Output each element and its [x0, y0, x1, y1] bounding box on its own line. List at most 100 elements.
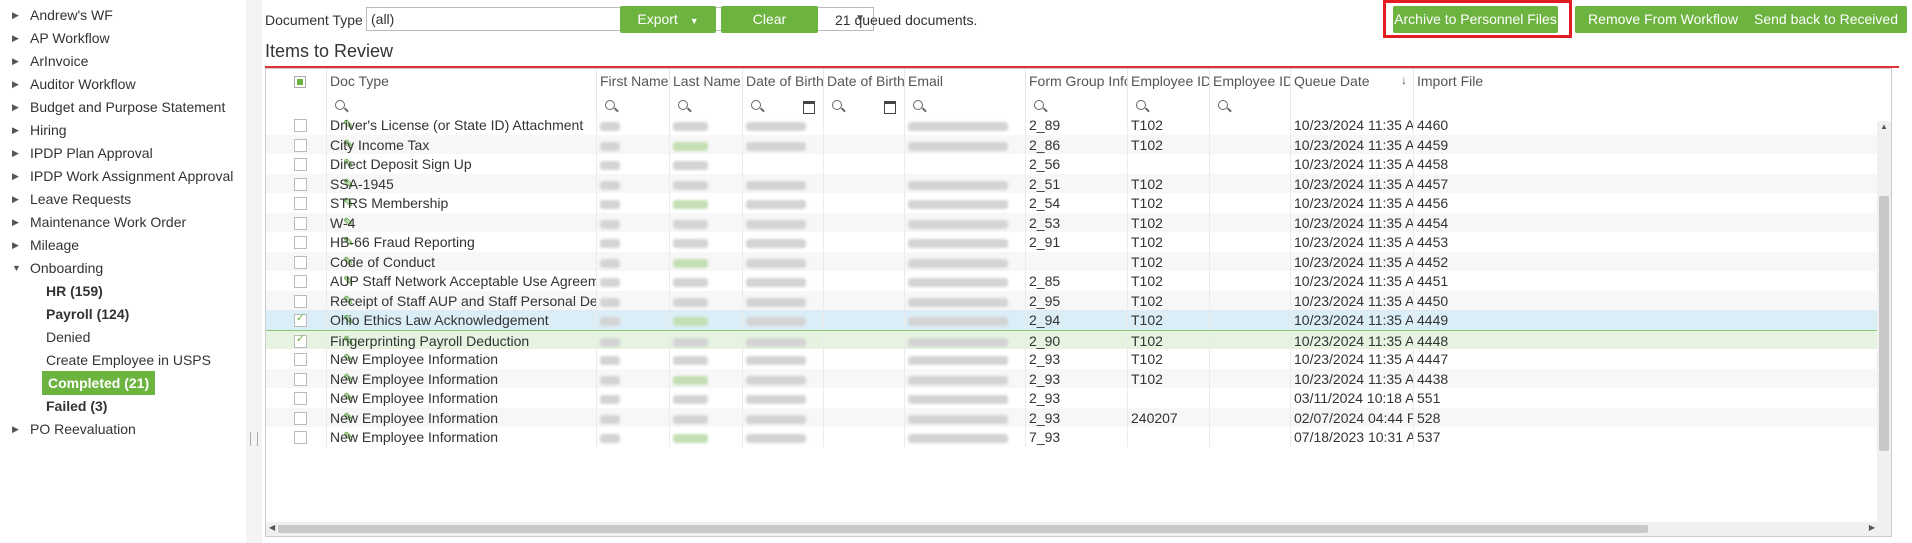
horizontal-scroll-thumb[interactable]	[278, 525, 1648, 533]
row-checkbox[interactable]	[294, 197, 307, 210]
table-row[interactable]: ✎ New Employee Information 2_93 03/11/2024 …	[266, 388, 1891, 408]
redacted-cell	[742, 154, 823, 174]
caret-collapsed-icon[interactable]: ▶	[12, 233, 19, 257]
table-row[interactable]: ✎ New Employee Information 2_93 240207 02/07…	[266, 408, 1891, 428]
sidebar-subitem[interactable]: Create Employee in USPS	[46, 348, 211, 372]
redaction-blur	[673, 414, 708, 424]
sort-descending-icon[interactable]: ↓	[1401, 73, 1407, 87]
column-header[interactable]: Import File	[1413, 69, 1487, 93]
column-header[interactable]: Doc Type	[326, 69, 596, 93]
scroll-left-icon[interactable]: ◀	[269, 523, 275, 532]
caret-collapsed-icon[interactable]: ▶	[12, 95, 19, 119]
sidebar-splitter[interactable]	[246, 0, 262, 543]
calendar-icon[interactable]	[884, 101, 896, 114]
table-row[interactable]: ✎ New Employee Information 2_93 T102 10/23/2…	[266, 349, 1891, 369]
row-checkbox[interactable]	[294, 119, 307, 132]
redacted-cell	[596, 232, 669, 252]
import-file-cell: 4447	[1413, 349, 1452, 369]
sidebar-subitem[interactable]: Denied	[46, 325, 90, 349]
redacted-cell	[596, 115, 669, 135]
row-checkbox[interactable]	[294, 392, 307, 405]
sidebar-subitem[interactable]: Payroll (124)	[46, 302, 129, 326]
table-row[interactable]: ✎ Driver's License (or State ID) Attachme…	[266, 115, 1891, 135]
row-checkbox[interactable]	[294, 353, 307, 366]
redacted-cell	[904, 427, 1025, 447]
row-checkbox[interactable]	[294, 178, 307, 191]
date-of-birth-cell	[823, 271, 904, 291]
redacted-cell	[904, 174, 1025, 194]
send-back-to-received-button[interactable]: Send back to Received	[1745, 6, 1907, 33]
caret-collapsed-icon[interactable]: ▶	[12, 164, 19, 188]
scroll-up-icon[interactable]: ▲	[1880, 122, 1888, 131]
caret-collapsed-icon[interactable]: ▶	[12, 210, 19, 234]
column-header[interactable]: Date of Birth	[742, 69, 823, 93]
caret-collapsed-icon[interactable]: ▶	[12, 417, 19, 441]
document-type-label: Document Type	[265, 12, 363, 28]
doc-type-cell: New Employee Information	[326, 427, 596, 447]
column-header[interactable]: Employee ID	[1127, 69, 1209, 93]
vertical-scrollbar[interactable]: ▲	[1877, 121, 1891, 523]
column-header[interactable]: Last Name	[669, 69, 742, 93]
row-checkbox[interactable]	[294, 332, 307, 348]
redacted-cell	[596, 135, 669, 155]
archive-to-personnel-files-button[interactable]: Archive to Personnel Files	[1393, 6, 1558, 33]
table-row[interactable]: ✎ New Employee Information 7_93 07/18/2023 …	[266, 427, 1891, 447]
row-checkbox[interactable]	[294, 431, 307, 444]
row-checkbox[interactable]	[294, 236, 307, 249]
redacted-cell	[904, 408, 1025, 428]
column-header[interactable]: Date of Birth	[823, 69, 904, 93]
vertical-scroll-thumb[interactable]	[1879, 196, 1889, 451]
select-all-checkbox[interactable]	[294, 76, 306, 88]
column-header[interactable]: Employee ID	[1209, 69, 1290, 93]
redacted-cell	[904, 291, 1025, 311]
caret-collapsed-icon[interactable]: ▶	[12, 141, 19, 165]
table-row[interactable]: ✎ City Income Tax 2_86 T102 10/23/2024 11:35…	[266, 135, 1891, 155]
table-row[interactable]: ✎ Code of Conduct T102 10/23/2024 11:35 AM 4…	[266, 252, 1891, 272]
caret-expanded-icon[interactable]: ▼	[12, 256, 21, 280]
redacted-cell	[742, 174, 823, 194]
table-row[interactable]: ✎Fingerprinting Payroll Deduction2_90T10…	[266, 330, 1891, 351]
table-row[interactable]: ✎ AUP Staff Network Acceptable Use Agreem…	[266, 271, 1891, 291]
sidebar-subitem[interactable]: Completed (21)	[42, 371, 156, 395]
caret-collapsed-icon[interactable]: ▶	[12, 3, 19, 27]
row-checkbox[interactable]	[294, 275, 307, 288]
clear-button[interactable]: Clear	[721, 6, 818, 33]
caret-collapsed-icon[interactable]: ▶	[12, 49, 19, 73]
scroll-right-icon[interactable]: ▶	[1869, 523, 1875, 532]
splitter-grip-icon[interactable]	[250, 432, 258, 446]
row-checkbox[interactable]	[294, 158, 307, 171]
row-checkbox[interactable]	[294, 217, 307, 230]
table-row[interactable]: ✎ Direct Deposit Sign Up 2_56 10/23/2024 11…	[266, 154, 1891, 174]
redacted-cell	[596, 349, 669, 369]
redaction-blur	[746, 219, 806, 229]
sidebar-subitem[interactable]: Failed (3)	[46, 394, 107, 418]
table-row[interactable]: ✎ SSA-1945 2_51 T102 10/23/2024 11:35 AM 4457	[266, 174, 1891, 194]
row-checkbox[interactable]	[294, 295, 307, 308]
row-checkbox[interactable]	[294, 412, 307, 425]
table-row[interactable]: ✎ Receipt of Staff AUP and Staff Personal…	[266, 291, 1891, 311]
table-row[interactable]: ✎ STRS Membership 2_54 T102 10/23/2024 11:35…	[266, 193, 1891, 213]
table-row[interactable]: ✎ W-4 2_53 T102 10/23/2024 11:35 AM 4454	[266, 213, 1891, 233]
row-checkbox[interactable]	[294, 256, 307, 269]
column-header[interactable]: Form Group Info	[1025, 69, 1127, 93]
redacted-cell	[904, 252, 1025, 272]
export-button[interactable]: Export ▼	[620, 6, 716, 33]
row-checkbox[interactable]	[294, 373, 307, 386]
table-row[interactable]: ✎ New Employee Information 2_93 T102 10/23/2…	[266, 369, 1891, 389]
column-header[interactable]: Queue Date	[1290, 69, 1413, 93]
table-row[interactable]: ✎Ohio Ethics Law Acknowledgement2_94T102…	[266, 310, 1891, 330]
row-checkbox[interactable]	[294, 139, 307, 152]
caret-collapsed-icon[interactable]: ▶	[12, 26, 19, 50]
column-header[interactable]: First Name	[596, 69, 669, 93]
caret-collapsed-icon[interactable]: ▶	[12, 187, 19, 211]
remove-from-workflow-button[interactable]: Remove From Workflow	[1575, 6, 1751, 33]
column-header[interactable]: Email	[904, 69, 1025, 93]
caret-collapsed-icon[interactable]: ▶	[12, 72, 19, 96]
sidebar-item-label: IPDP Work Assignment Approval	[30, 168, 234, 184]
row-checkbox[interactable]	[294, 311, 307, 327]
sidebar-subitem[interactable]: HR (159)	[46, 279, 103, 303]
table-row[interactable]: ✎ HB-66 Fraud Reporting 2_91 T102 10/23/2024…	[266, 232, 1891, 252]
calendar-icon[interactable]	[803, 101, 815, 114]
horizontal-scrollbar[interactable]: ◀ ▶	[266, 522, 1891, 536]
caret-collapsed-icon[interactable]: ▶	[12, 118, 19, 142]
